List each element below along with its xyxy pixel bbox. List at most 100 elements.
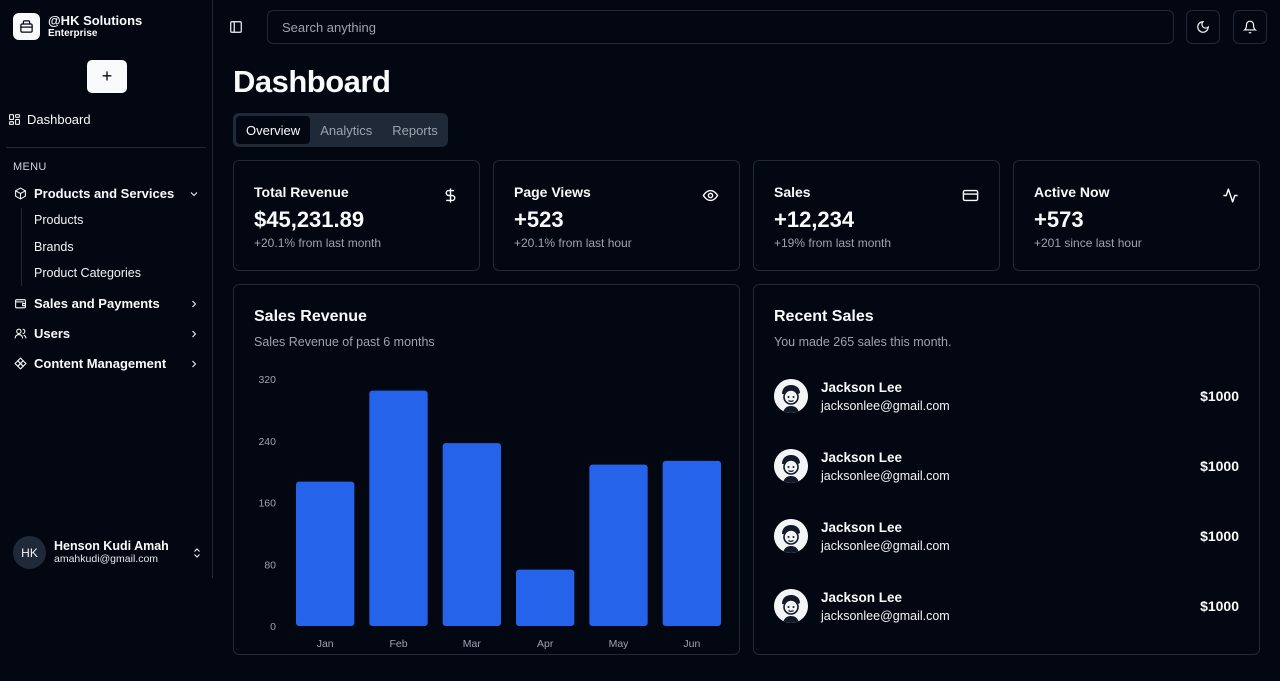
tab-reports[interactable]: Reports xyxy=(382,116,448,144)
customer-email: jacksonlee@gmail.com xyxy=(821,469,950,483)
x-tick-label: May xyxy=(609,638,630,650)
new-button[interactable]: + xyxy=(87,60,127,93)
sidebar-toggle-icon[interactable] xyxy=(229,20,243,34)
x-tick-label: Jan xyxy=(317,638,334,650)
sale-amount: $1000 xyxy=(1200,528,1239,544)
tabs: Overview Analytics Reports xyxy=(233,113,448,147)
nav-group-users[interactable]: Users xyxy=(14,326,200,341)
bar-jun[interactable] xyxy=(662,460,721,626)
theme-toggle-button[interactable] xyxy=(1186,10,1220,44)
x-tick-label: Apr xyxy=(537,638,554,650)
user-name: Henson Kudi Amah xyxy=(54,539,169,553)
customer-email: jacksonlee@gmail.com xyxy=(821,539,950,553)
avatar xyxy=(774,589,808,623)
avatar: HK xyxy=(13,536,46,569)
bar-apr[interactable] xyxy=(516,569,575,626)
stat-value: +12,234 xyxy=(774,207,855,232)
chevron-right-icon xyxy=(188,358,200,370)
customer-email: jacksonlee@gmail.com xyxy=(821,399,950,413)
stat-value: +573 xyxy=(1034,207,1084,232)
bar-jan[interactable] xyxy=(296,481,355,626)
card-description: You made 265 sales this month. xyxy=(774,335,952,349)
sale-amount: $1000 xyxy=(1200,458,1239,474)
y-tick-label: 0 xyxy=(270,621,276,633)
x-tick-label: Jun xyxy=(683,638,700,650)
avatar xyxy=(774,379,808,413)
stat-subtext: +20.1% from last month xyxy=(254,236,382,250)
eye-icon xyxy=(702,187,719,204)
brand-subtitle: Enterprise xyxy=(48,27,98,39)
brand-name: @HK Solutions xyxy=(48,12,143,28)
chevron-down-icon xyxy=(188,188,200,200)
notifications-button[interactable] xyxy=(1233,10,1267,44)
y-tick-label: 80 xyxy=(264,559,276,571)
sidebar-item-products[interactable]: Products xyxy=(34,213,83,227)
menu-section-label: MENU xyxy=(13,161,47,173)
y-tick-label: 320 xyxy=(258,374,276,386)
users-icon xyxy=(14,328,27,339)
sale-amount: $1000 xyxy=(1200,598,1239,614)
stat-title: Sales xyxy=(774,184,811,200)
nav-dashboard[interactable]: Dashboard xyxy=(8,112,91,127)
customer-name: Jackson Lee xyxy=(821,520,903,535)
list-item: Jackson Lee jacksonlee@gmail.com $1000 xyxy=(774,379,1239,415)
sidebar-item-brands[interactable]: Brands xyxy=(34,240,74,254)
package-icon xyxy=(13,13,40,40)
nav-group-label: Users xyxy=(34,326,71,341)
y-tick-label: 160 xyxy=(258,498,276,510)
bar-may[interactable] xyxy=(589,464,648,626)
recent-sales-card: Recent Sales You made 265 sales this mon… xyxy=(753,284,1260,655)
customer-name: Jackson Lee xyxy=(821,450,903,465)
stat-title: Active Now xyxy=(1034,184,1110,200)
chevrons-up-down-icon xyxy=(191,547,203,559)
bar-chart: 0 80 160 240 320 Jan Feb Mar Apr May Jun xyxy=(258,374,721,650)
user-info: Henson Kudi Amah amahkudi@gmail.com xyxy=(54,539,169,566)
brand-switcher[interactable]: @HK Solutions Enterprise xyxy=(13,13,142,40)
tab-overview[interactable]: Overview xyxy=(236,116,311,144)
nav-group-content-management[interactable]: Content Management xyxy=(14,356,200,371)
activity-icon xyxy=(1222,187,1239,204)
nav-group-sales-and-payments[interactable]: Sales and Payments xyxy=(14,296,200,311)
list-item: Jackson Lee jacksonlee@gmail.com $1000 xyxy=(774,519,1239,555)
moon-icon xyxy=(1197,21,1209,33)
bar-feb[interactable] xyxy=(369,390,428,626)
nav-dashboard-label: Dashboard xyxy=(27,112,91,127)
y-tick-label: 240 xyxy=(258,436,276,448)
sale-amount: $1000 xyxy=(1200,388,1239,404)
stat-subtext: +201 since last hour xyxy=(1034,236,1142,250)
chevron-right-icon xyxy=(188,328,200,340)
stat-title: Page Views xyxy=(514,184,591,200)
nav-group-label: Products and Services xyxy=(34,186,175,201)
avatar xyxy=(774,449,808,483)
stat-title: Total Revenue xyxy=(254,184,349,200)
nav-group-label: Content Management xyxy=(34,356,167,371)
card-title: Recent Sales xyxy=(774,308,874,325)
stat-value: +523 xyxy=(514,207,564,232)
user-email: amahkudi@gmail.com xyxy=(54,553,159,565)
brand-text: @HK Solutions Enterprise xyxy=(48,12,143,40)
stat-value: $45,231.89 xyxy=(254,207,365,232)
stat-card-total-revenue: Total Revenue $45,231.89 +20.1% from las… xyxy=(233,160,480,271)
customer-name: Jackson Lee xyxy=(821,380,903,395)
tab-analytics[interactable]: Analytics xyxy=(310,116,382,144)
layout-grid-icon xyxy=(9,114,20,125)
x-tick-label: Feb xyxy=(389,638,407,650)
nav-group-products-and-services[interactable]: Products and Services xyxy=(14,186,200,201)
stat-card-sales: Sales +12,234 +19% from last month xyxy=(753,160,1000,271)
x-tick-label: Mar xyxy=(463,638,482,650)
user-menu[interactable]: HK Henson Kudi Amah amahkudi@gmail.com xyxy=(13,536,203,569)
sidebar: @HK Solutions Enterprise + Dashboard MEN… xyxy=(0,0,213,578)
nav-group-label: Sales and Payments xyxy=(34,296,160,311)
component-icon xyxy=(14,357,27,370)
chevron-right-icon xyxy=(188,298,200,310)
sidebar-item-product-categories[interactable]: Product Categories xyxy=(34,266,141,280)
search-input[interactable] xyxy=(267,10,1174,44)
dollar-icon xyxy=(442,187,459,204)
credit-card-icon xyxy=(962,187,979,204)
stat-card-active-now: Active Now +573 +201 since last hour xyxy=(1013,160,1260,271)
bar-mar[interactable] xyxy=(442,443,501,626)
stat-card-page-views: Page Views +523 +20.1% from last hour xyxy=(493,160,740,271)
page-title: Dashboard xyxy=(233,64,391,99)
divider xyxy=(6,147,206,148)
stat-subtext: +20.1% from last hour xyxy=(514,236,632,250)
